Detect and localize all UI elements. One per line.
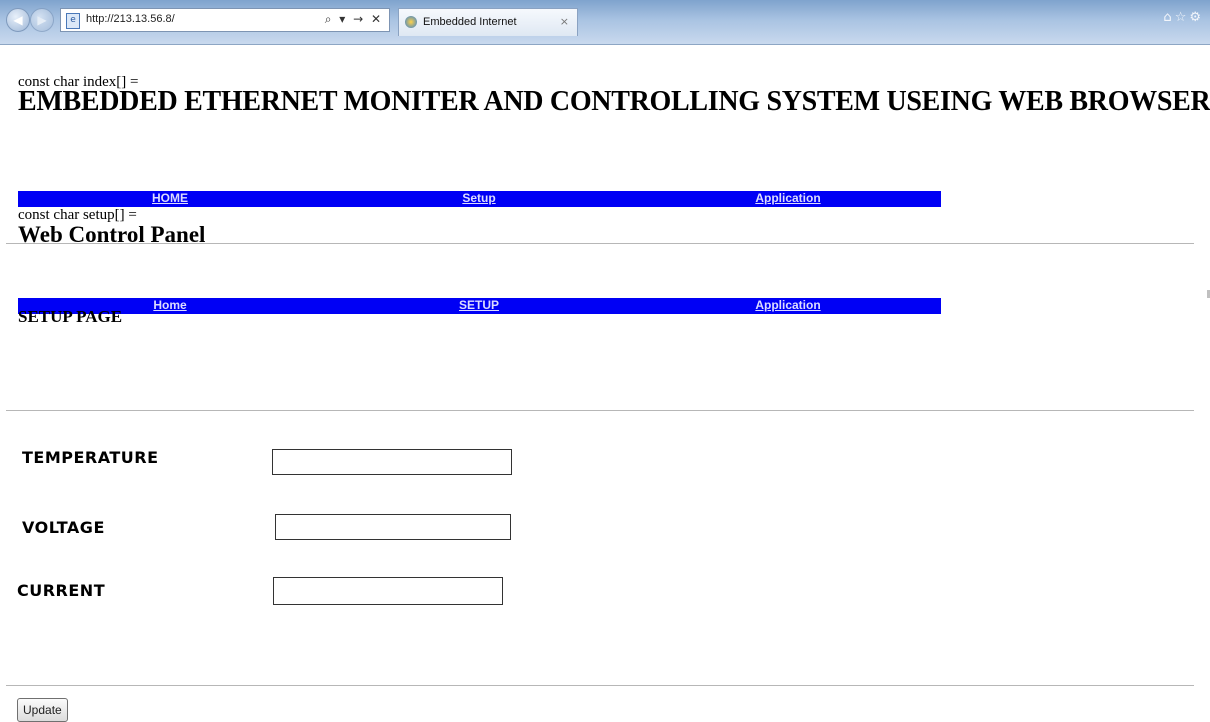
- update-button[interactable]: Update: [17, 698, 68, 722]
- divider: [6, 410, 1194, 411]
- close-icon[interactable]: ×: [560, 15, 569, 28]
- nav-link-home[interactable]: HOME: [152, 191, 188, 206]
- nav-link-application-2[interactable]: Application: [755, 298, 820, 313]
- browser-toolbar: ◀ ▶ e http://213.13.56.8/ ⌕ ▾ → ✕ Embedd…: [0, 0, 1210, 45]
- star-icon[interactable]: ☆: [1175, 10, 1190, 25]
- temperature-label: TEMPERATURE: [22, 448, 159, 467]
- nav-link-setup[interactable]: Setup: [462, 191, 495, 206]
- tab-embedded-internet[interactable]: Embedded Internet ×: [398, 8, 578, 36]
- address-bar[interactable]: e http://213.13.56.8/ ⌕ ▾ → ✕: [60, 8, 390, 32]
- gear-icon[interactable]: ⚙: [1189, 10, 1204, 25]
- navbar-primary: HOME Setup Application: [18, 191, 941, 207]
- nav-link-home-2[interactable]: Home: [153, 298, 186, 313]
- page-title: EMBEDDED ETHERNET MONITER AND CONTROLLIN…: [18, 86, 1210, 117]
- voltage-input[interactable]: [275, 514, 511, 540]
- navbar-secondary: Home SETUP Application: [18, 298, 941, 314]
- forward-arrow-icon[interactable]: ▶: [30, 8, 54, 32]
- home-icon[interactable]: ⌂: [1163, 10, 1174, 25]
- voltage-label: VOLTAGE: [22, 518, 105, 537]
- page-icon: e: [66, 13, 80, 29]
- toolbar-icons: ⌂☆⚙: [1163, 10, 1204, 25]
- divider: [6, 685, 1194, 686]
- nav-link-application[interactable]: Application: [755, 191, 820, 206]
- tab-title: Embedded Internet: [423, 16, 517, 28]
- address-tools[interactable]: ⌕ ▾ → ✕: [325, 12, 383, 27]
- current-label: CURRENT: [17, 581, 106, 600]
- nav-link-setup-2[interactable]: SETUP: [459, 298, 499, 313]
- ie-logo-icon: [405, 16, 417, 28]
- setup-heading: SETUP PAGE: [18, 307, 123, 326]
- temperature-input[interactable]: [272, 449, 512, 475]
- back-arrow-icon[interactable]: ◀: [6, 8, 30, 32]
- current-input[interactable]: [273, 577, 503, 605]
- url-text[interactable]: http://213.13.56.8/: [86, 13, 175, 25]
- panel-title: Web Control Panel: [18, 222, 206, 247]
